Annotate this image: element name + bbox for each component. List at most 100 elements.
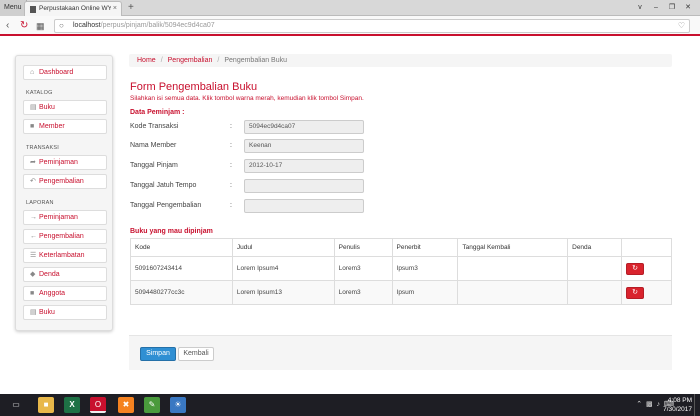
- return-book-button[interactable]: ↻: [626, 286, 645, 299]
- browser-tab[interactable]: Perpustakaan Online WYA ×: [24, 1, 122, 16]
- sidebar-item-laporan-keterlambatan[interactable]: ☰ Keterlambatan: [23, 248, 107, 263]
- sidebar-item-laporan-pengembalian[interactable]: ← Pengembalian: [23, 229, 107, 244]
- table-row: 5091607243414 Lorem Ipsum4 Lorem3 Ipsum3…: [130, 256, 672, 281]
- cell-action: ↻: [621, 280, 672, 305]
- address-bar[interactable]: ○ localhost/perpus/pinjam/balik/5094ec9d…: [54, 19, 690, 33]
- tab-menu-icon[interactable]: v: [632, 0, 648, 16]
- cell-penerbit: Ipsum3: [391, 256, 459, 281]
- maximize-icon[interactable]: ❐: [664, 0, 680, 16]
- column-header: Judul: [231, 238, 335, 257]
- tanggal-pinjam-input[interactable]: 2012-10-17: [244, 159, 364, 173]
- cell-kode: 5091607243414: [130, 256, 233, 281]
- sidebar: ⌂ Dashboard KATALOG ▤ Buku ■ Member TRANSAK…: [15, 55, 113, 331]
- field-label: Tanggal Pengembalian: [130, 202, 202, 209]
- field-label: Kode Transaksi: [130, 123, 179, 130]
- kembali-button[interactable]: Kembali: [178, 347, 214, 361]
- breadcrumb-home[interactable]: Home: [137, 57, 156, 64]
- sidebar-item-katalog-buku[interactable]: ▤ Buku: [23, 100, 107, 115]
- show-desktop-button[interactable]: [694, 394, 700, 416]
- user-icon: ■: [30, 290, 35, 297]
- bookmark-heart-icon[interactable]: ♡: [678, 20, 685, 32]
- page-favicon-icon: [30, 6, 36, 13]
- sidebar-item-transaksi-peminjaman[interactable]: ➦ Peminjaman: [23, 155, 107, 170]
- breadcrumb-pengembalian[interactable]: Pengembalian: [168, 57, 213, 64]
- tag-icon: ◆: [30, 271, 36, 278]
- xampp-icon[interactable]: ✖: [118, 397, 134, 413]
- field-colon: :: [230, 142, 232, 149]
- tanggal-pengembalian-input[interactable]: [244, 199, 364, 213]
- field-label: Tanggal Pinjam: [130, 162, 178, 169]
- table-row: 5094480277cc3c Lorem Ipsum13 Lorem3 Ipsu…: [130, 280, 672, 305]
- taskbar-clock[interactable]: 4:08 PM 7/30/2017: [650, 396, 692, 414]
- minimize-icon[interactable]: –: [648, 0, 664, 16]
- form-actions: Simpan Kembali: [129, 335, 672, 370]
- field-kode-transaksi: Kode Transaksi : 5094ec9d4ca07: [130, 120, 370, 134]
- file-explorer-icon[interactable]: ■: [38, 397, 54, 413]
- simpan-button[interactable]: Simpan: [140, 347, 176, 361]
- sidebar-item-laporan-peminjaman[interactable]: → Peminjaman: [23, 210, 107, 225]
- field-label: Tanggal Jatuh Tempo: [130, 182, 197, 189]
- list-icon: ☰: [30, 252, 37, 259]
- field-colon: :: [230, 123, 232, 130]
- field-tanggal-pengembalian: Tanggal Pengembalian :: [130, 199, 370, 213]
- return-book-button[interactable]: ↻: [626, 262, 645, 275]
- column-header: Penulis: [333, 238, 393, 257]
- browser-menu-button[interactable]: Menu: [0, 0, 27, 16]
- tab-close-icon[interactable]: ×: [113, 2, 117, 16]
- share-icon: ➦: [30, 159, 36, 166]
- breadcrumb: Home / Pengembalian / Pengembalian Buku: [129, 54, 672, 67]
- excel-icon[interactable]: X: [64, 397, 80, 413]
- app-icon[interactable]: ☀: [170, 397, 186, 413]
- tray-expand-icon[interactable]: ⌃: [636, 401, 642, 408]
- sidebar-item-transaksi-pengembalian[interactable]: ↶ Pengembalian: [23, 174, 107, 189]
- breadcrumb-current: Pengembalian Buku: [224, 57, 288, 64]
- kode-transaksi-input[interactable]: 5094ec9d4ca07: [244, 120, 364, 134]
- back-icon[interactable]: ‹: [6, 16, 9, 36]
- reload-icon[interactable]: ↻: [20, 16, 28, 36]
- sidebar-item-katalog-member[interactable]: ■ Member: [23, 119, 107, 134]
- field-tanggal-jatuh-tempo: Tanggal Jatuh Tempo :: [130, 179, 370, 193]
- cell-action: ↻: [621, 256, 672, 281]
- column-header: Kode: [130, 238, 233, 257]
- field-nama-member: Nama Member : Keenan: [130, 139, 370, 153]
- arrow-right-icon: →: [30, 214, 37, 221]
- speed-dial-icon[interactable]: ▦: [36, 16, 45, 36]
- cell-tanggal-kembali: [457, 280, 569, 305]
- url-text[interactable]: localhost/perpus/pinjam/balik/5094ec9d4c…: [73, 20, 215, 32]
- clock-time: 4:08 PM: [667, 397, 692, 404]
- browser-tabbar: Menu Perpustakaan Online WYA × + v – ❐ ✕: [0, 0, 700, 16]
- page-content: ⌂ Dashboard KATALOG ▤ Buku ■ Member TRANSAK…: [0, 38, 700, 394]
- cell-denda: [567, 256, 623, 281]
- field-colon: :: [230, 162, 232, 169]
- section-title-books: Buku yang mau dipinjam: [130, 228, 213, 235]
- sidebar-item-laporan-denda[interactable]: ◆ Denda: [23, 267, 107, 282]
- globe-icon: ○: [59, 21, 64, 30]
- sidebar-item-dashboard[interactable]: ⌂ Dashboard: [23, 65, 107, 80]
- sidebar-heading-laporan: LAPORAN: [26, 200, 54, 206]
- cell-kode: 5094480277cc3c: [130, 280, 233, 305]
- sidebar-heading-transaksi: TRANSAKSI: [26, 145, 59, 151]
- sidebar-item-laporan-buku[interactable]: ▤ Buku: [23, 305, 107, 320]
- task-view-icon[interactable]: ▭: [8, 397, 24, 413]
- breadcrumb-separator: /: [217, 57, 220, 64]
- breadcrumb-separator: /: [160, 57, 163, 64]
- column-header: Tanggal Kembali: [457, 238, 569, 257]
- opera-browser-icon[interactable]: O: [90, 397, 106, 413]
- column-header: Penerbit: [391, 238, 459, 257]
- section-title-peminjam: Data Peminjam :: [130, 109, 185, 116]
- nama-member-input[interactable]: Keenan: [244, 139, 364, 153]
- books-table: Kode Judul Penulis Penerbit Tanggal Kemb…: [130, 238, 672, 305]
- cell-judul: Lorem Ipsum13: [231, 280, 335, 305]
- notepad-icon[interactable]: ✎: [144, 397, 160, 413]
- refresh-icon: ↻: [632, 264, 638, 272]
- field-colon: :: [230, 182, 232, 189]
- tanggal-jatuh-tempo-input[interactable]: [244, 179, 364, 193]
- new-tab-button[interactable]: +: [128, 0, 134, 16]
- close-window-icon[interactable]: ✕: [680, 0, 696, 16]
- field-label: Nama Member: [130, 142, 177, 149]
- field-colon: :: [230, 202, 232, 209]
- form-instructions: Silahkan isi semua data. Klik tombol war…: [130, 95, 364, 102]
- arrow-left-icon: ←: [30, 233, 37, 240]
- sidebar-item-laporan-anggota[interactable]: ■ Anggota: [23, 286, 107, 301]
- cell-denda: [567, 280, 623, 305]
